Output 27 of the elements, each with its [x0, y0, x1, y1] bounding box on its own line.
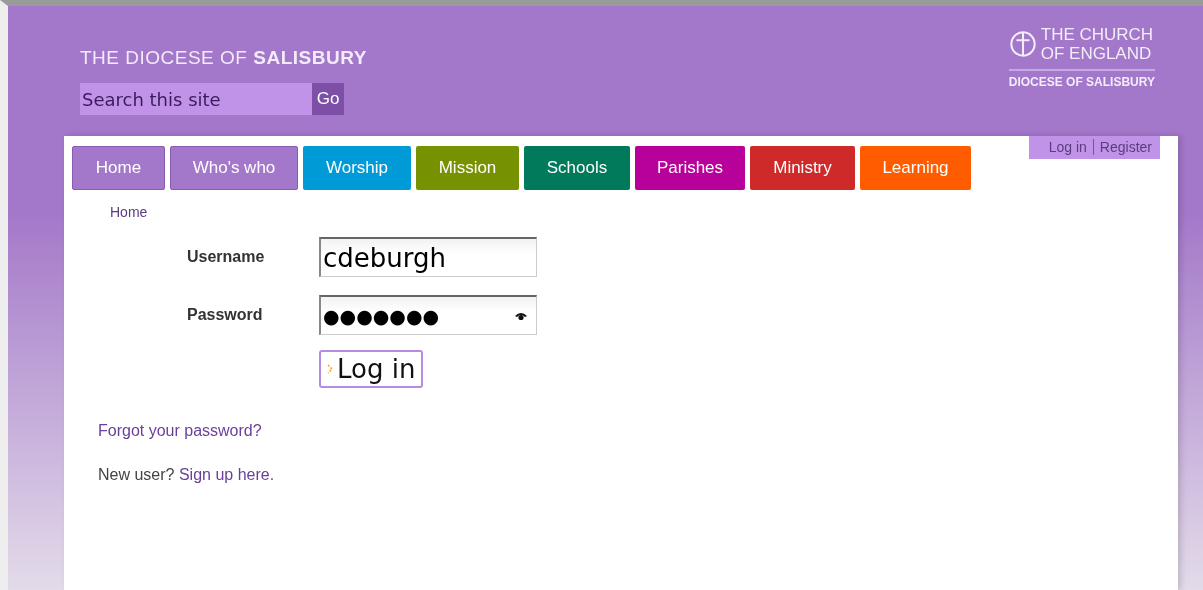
eye-icon[interactable]	[514, 310, 528, 321]
logo-subtitle: DIOCESE OF SALISBURY	[1008, 69, 1155, 89]
signup-text: New user? Sign up here.	[98, 466, 275, 484]
nav-tab[interactable]: Mission	[416, 146, 519, 190]
account-link[interactable]: Register	[1099, 139, 1152, 155]
go-button[interactable]: Go	[312, 83, 344, 115]
nav-tab[interactable]: Parishes	[635, 146, 745, 190]
account-link[interactable]: Log in	[1048, 139, 1087, 155]
signup-link[interactable]: Sign up here.	[178, 466, 275, 483]
nav-tab[interactable]: Home	[72, 146, 165, 190]
forgot-password-link[interactable]: Forgot your password?	[98, 422, 262, 440]
logo-text: THE CHURCH	[1040, 25, 1154, 44]
nav-tab[interactable]: Learning	[860, 146, 971, 190]
username-field[interactable]: cdeburgh	[319, 237, 537, 277]
breadcrumb-link[interactable]: Home	[110, 204, 148, 220]
site-title: THE DIOCESE OF SALISBURY	[80, 47, 367, 69]
nav-tab[interactable]: Worship	[303, 146, 411, 190]
logo-text: OF ENGLAND	[1040, 44, 1153, 63]
search-field[interactable]: Search this site	[80, 83, 312, 115]
nav-tab[interactable]: Who's who	[170, 146, 298, 190]
password-label: Password	[187, 306, 264, 324]
cross-icon	[1008, 30, 1037, 58]
nav-tab[interactable]: Schools	[524, 146, 630, 190]
password-field[interactable]: ●●●●●●●	[319, 295, 537, 335]
nav-tab[interactable]: Ministry	[750, 146, 855, 190]
username-label: Username	[187, 248, 266, 266]
login-button[interactable]: Log in	[319, 350, 424, 388]
